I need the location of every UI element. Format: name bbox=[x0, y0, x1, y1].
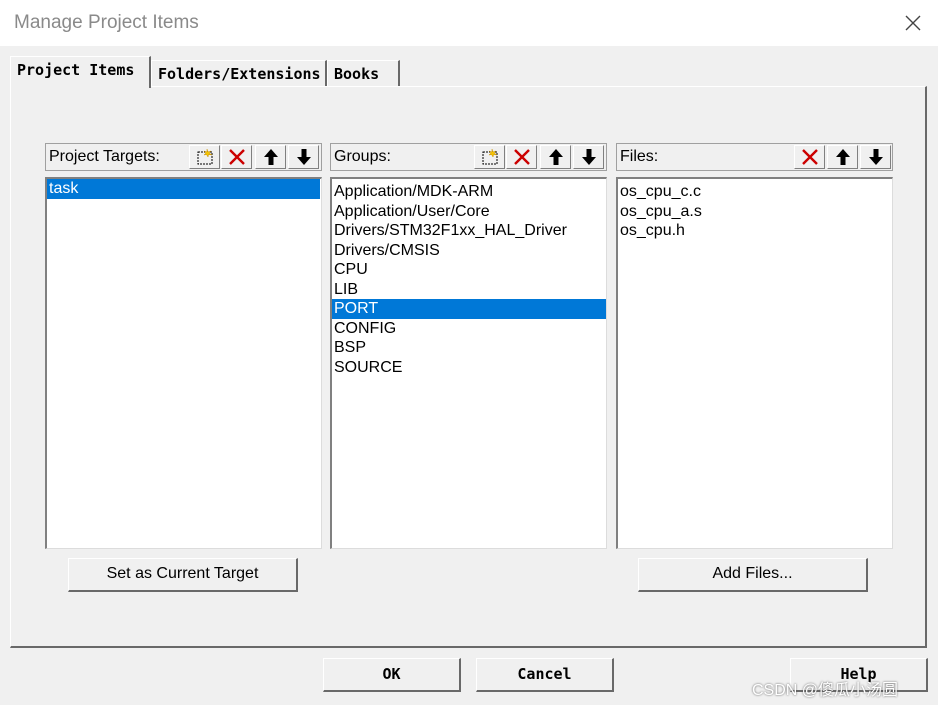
ok-button[interactable]: OK bbox=[323, 658, 461, 692]
window-title: Manage Project Items bbox=[14, 12, 199, 33]
tab-label: Books bbox=[334, 65, 380, 83]
tab-label: Project Items bbox=[17, 61, 135, 79]
title-bar: Manage Project Items bbox=[0, 0, 938, 46]
tab-label: Folders/Extensions bbox=[158, 65, 321, 83]
cancel-button[interactable]: Cancel bbox=[476, 658, 614, 692]
close-icon bbox=[905, 15, 921, 31]
tab-panel bbox=[10, 86, 927, 648]
tab-folders-extensions[interactable]: Folders/Extensions bbox=[151, 60, 327, 86]
tab-books[interactable]: Books bbox=[327, 60, 400, 86]
watermark: CSDN @傻瓜小汤圆 bbox=[752, 682, 899, 699]
close-button[interactable] bbox=[896, 7, 930, 39]
tab-project-items[interactable]: Project Items bbox=[10, 56, 151, 88]
